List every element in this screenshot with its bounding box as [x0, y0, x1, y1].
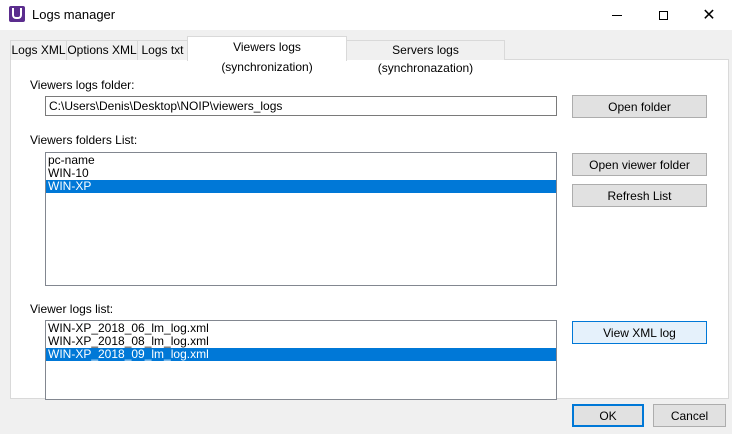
maximize-icon [658, 10, 668, 20]
list-item[interactable]: pc-name [46, 154, 556, 167]
maximize-button[interactable] [640, 0, 686, 30]
close-icon: ✕ [702, 7, 716, 24]
ok-button[interactable]: OK [572, 404, 644, 427]
logs-listbox[interactable]: WIN-XP_2018_06_lm_log.xml WIN-XP_2018_08… [45, 320, 557, 400]
close-button[interactable]: ✕ [686, 0, 732, 30]
tab-logs-txt[interactable]: Logs txt [137, 40, 188, 60]
app-logo-icon [9, 6, 25, 22]
cancel-button[interactable]: Cancel [653, 404, 726, 427]
folder-path-field[interactable]: C:\Users\Denis\Desktop\NOIP\viewers_logs [45, 96, 557, 116]
folders-list-label: Viewers folders List: [30, 133, 138, 147]
folder-label: Viewers logs folder: [30, 78, 135, 92]
open-viewer-folder-button[interactable]: Open viewer folder [572, 153, 707, 176]
logs-list-label: Viewer logs list: [30, 302, 114, 316]
tab-options-xml[interactable]: Options XML [66, 40, 138, 60]
tab-viewers-logs[interactable]: Viewers logs (synchronization) [187, 36, 347, 74]
list-item-selected[interactable]: WIN-XP_2018_09_lm_log.xml [46, 348, 556, 361]
list-item[interactable]: WIN-10 [46, 167, 556, 180]
tab-logs-xml[interactable]: Logs XML [10, 40, 67, 60]
folders-listbox[interactable]: pc-name WIN-10 WIN-XP [45, 152, 557, 286]
minimize-icon [612, 14, 622, 16]
open-folder-button[interactable]: Open folder [572, 95, 707, 118]
list-item-selected[interactable]: WIN-XP [46, 180, 556, 193]
view-xml-log-button[interactable]: View XML log [572, 321, 707, 344]
minimize-button[interactable] [594, 0, 640, 30]
tab-servers-logs[interactable]: Servers logs (synchronazation) [346, 40, 505, 75]
window-title: Logs manager [32, 7, 116, 22]
refresh-list-button[interactable]: Refresh List [572, 184, 707, 207]
